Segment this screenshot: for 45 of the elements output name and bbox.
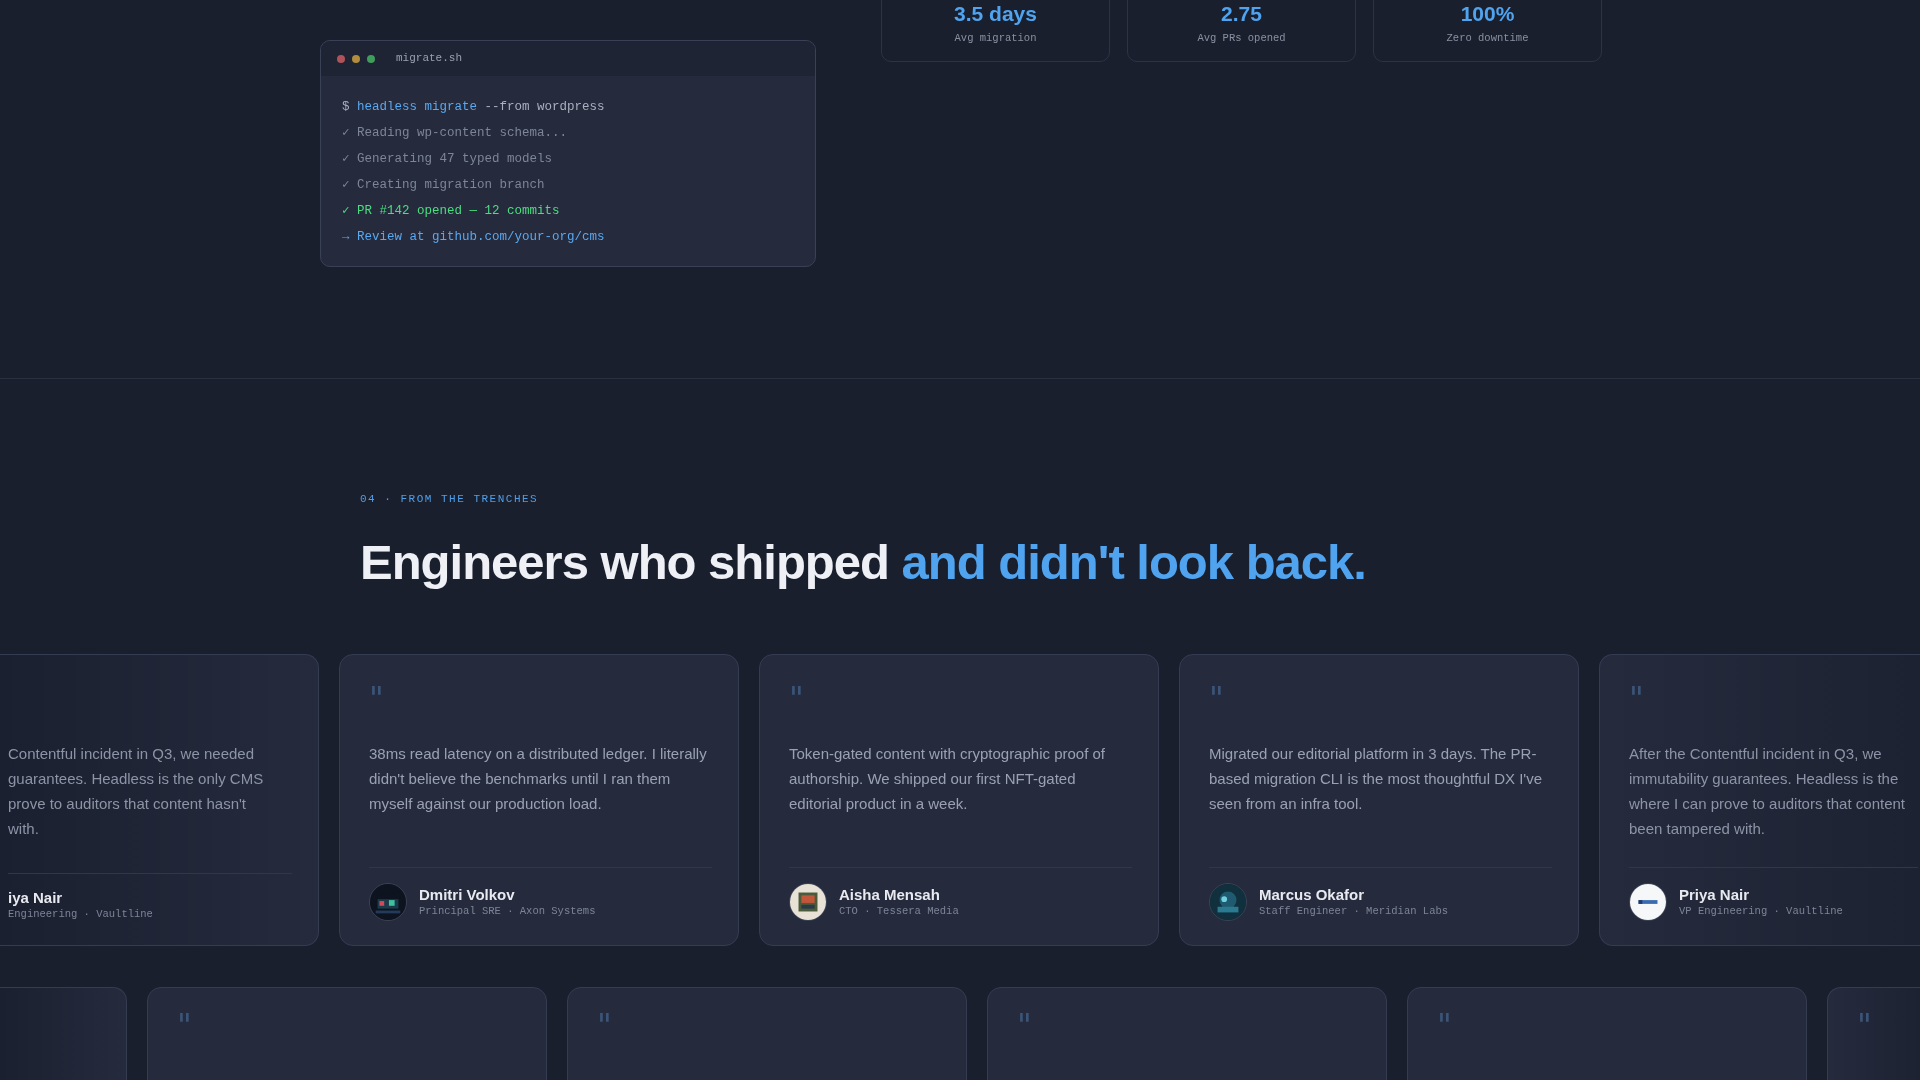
stat-value: 3.5 days: [954, 1, 1037, 27]
terminal-line: ✓ Creating migration branch: [342, 177, 546, 194]
author-name: Marcus Okafor: [1259, 886, 1366, 904]
quote-mark: ": [369, 679, 384, 717]
quote-mark: ": [1857, 1006, 1872, 1044]
quote-mark: ": [1209, 679, 1224, 717]
terminal-line: ✓ PR #142 opened — 12 commits: [342, 203, 561, 220]
testimonial-quote-line: prove to auditors that content hasn't: [8, 794, 247, 814]
section-heading: Engineers who shipped and didn't look back.: [360, 534, 1367, 591]
quote-mark: ": [597, 1006, 612, 1044]
terminal-line: ✓ Reading wp-content schema...: [342, 125, 569, 142]
author-role: Principal SRE · Axon Systems: [419, 904, 596, 918]
section-eyebrow: 04 · FROM THE TRENCHES: [360, 492, 540, 506]
testimonial-quote-line: with.: [8, 819, 40, 839]
author-name: Priya Nair: [1679, 886, 1751, 904]
terminal-title: migrate.sh: [396, 51, 462, 67]
author-role: CTO · Tessera Media: [839, 904, 959, 918]
testimonial-quote-line: guarantees. Headless is the only CMS: [8, 769, 265, 789]
testimonial-quote: Migrated our editorial platform in 3 days. The PR-based migration CLI is the most thoughtful DX I've seen from an infra tool.: [1209, 744, 1544, 814]
author-name: iya Nair: [8, 889, 64, 907]
author-role: VP Engineering · Vaultline: [1679, 904, 1843, 918]
quote-mark: ": [789, 679, 804, 717]
testimonial-quote-line: been tampered with.: [1629, 819, 1766, 839]
author-name: Aisha Mensah: [839, 886, 941, 904]
stat-value: 2.75: [1221, 1, 1262, 27]
author-role: Staff Engineer · Meridian Labs: [1259, 904, 1449, 918]
testimonial-quote: Token-gated content with cryptographic proof of authorship. We shipped our first NFT-gated editorial product in a week.: [789, 744, 1107, 814]
stat-label: Avg migration: [954, 31, 1037, 45]
testimonial-quote-line: immutability guarantees. Headless is the: [1629, 769, 1900, 789]
quote-mark: ": [1017, 1006, 1032, 1044]
testimonial-quote-line: where I can prove to auditors that content: [1629, 794, 1906, 814]
testimonial-quote-line: Contentful incident in Q3, we needed: [8, 744, 255, 764]
terminal-line: $ headless migrate --from wordpress: [342, 99, 606, 116]
terminal-line: → Review at github.com/your-org/cms: [342, 229, 606, 246]
author-role: Engineering · Vaultline: [8, 907, 153, 921]
terminal-line: ✓ Generating 47 typed models: [342, 151, 554, 168]
author-name: Dmitri Volkov: [419, 886, 516, 904]
quote-mark: ": [1437, 1006, 1452, 1044]
quote-mark: ": [1629, 679, 1644, 717]
testimonial-quote-line: After the Contentful incident in Q3, we: [1629, 744, 1883, 764]
stat-label: Zero downtime: [1446, 31, 1529, 45]
testimonial-quote: 38ms read latency on a distributed ledger. I literally didn't believe the benchmarks until I ran them myself against our production load.: [369, 744, 708, 814]
quote-mark: ": [177, 1006, 192, 1044]
stat-value: 100%: [1460, 1, 1515, 27]
stat-label: Avg PRs opened: [1197, 31, 1286, 45]
